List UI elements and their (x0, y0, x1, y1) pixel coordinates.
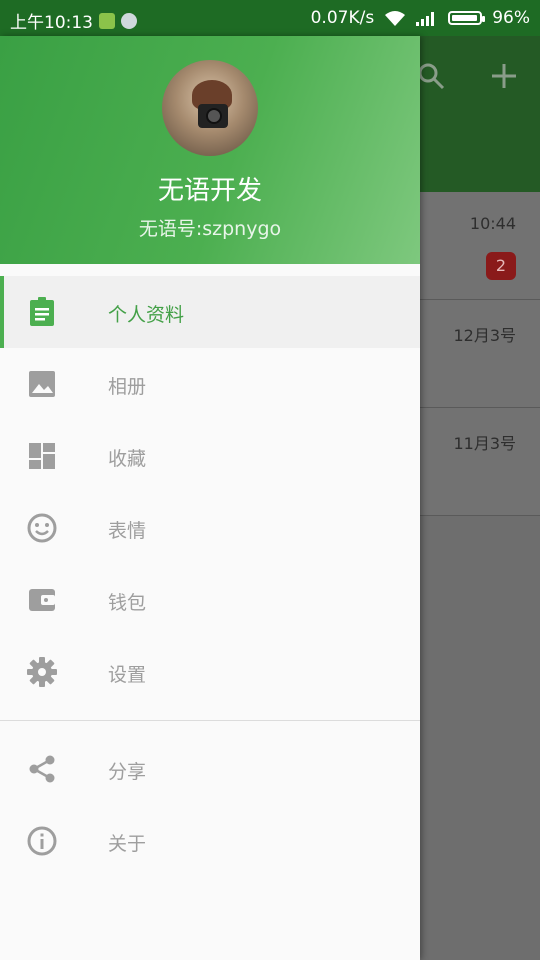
menu-item-label: 表情 (108, 520, 147, 542)
dashboard-icon (29, 443, 55, 469)
wifi-icon (385, 11, 406, 26)
signal-icon (416, 12, 435, 26)
battery-icon (448, 11, 486, 25)
user-name: 无语开发 (157, 176, 262, 206)
menu-item-label: 钱包 (108, 592, 147, 614)
share-icon (29, 755, 55, 783)
search-icon[interactable] (417, 62, 445, 90)
info-icon (27, 826, 57, 856)
menu-item-label: 分享 (108, 761, 147, 783)
list-item-time: 10:44 (469, 214, 516, 233)
battery-percent: 96% (492, 8, 530, 28)
gear-icon (27, 657, 57, 687)
user-account-id: 无语号:szpnygo (138, 218, 282, 240)
menu-item-settings[interactable]: 设置 (0, 636, 420, 708)
smiley-icon (27, 513, 57, 543)
status-bar: 上午10:13 0.07K/s 96% (0, 0, 540, 36)
menu-item-about[interactable]: 关于 (0, 805, 420, 877)
menu-divider (0, 720, 420, 721)
wallet-icon (29, 589, 55, 611)
menu-item-label: 个人资料 (108, 304, 185, 326)
android-notification-icon (99, 12, 115, 29)
add-icon[interactable] (490, 62, 518, 90)
menu-item-label: 相册 (108, 376, 147, 398)
avatar[interactable] (162, 60, 258, 156)
unread-badge: 2 (486, 252, 516, 280)
telegram-notification-icon (121, 12, 137, 29)
menu-item-label: 设置 (108, 664, 147, 686)
status-time: 上午10:13 (10, 13, 93, 33)
menu-item-label: 关于 (108, 833, 147, 855)
drawer-header: 无语开发 无语号:szpnygo (0, 36, 420, 264)
menu-item-share[interactable]: 分享 (0, 733, 420, 805)
list-item-time: 12月3号 (453, 326, 516, 345)
menu-item-wallet[interactable]: 钱包 (0, 564, 420, 636)
drawer-menu: 个人资料 相册 收藏 表情 钱包 设置 分享 关于 (0, 276, 420, 877)
assignment-icon (30, 297, 54, 326)
image-icon (29, 371, 55, 397)
list-item-time: 11月3号 (453, 434, 516, 453)
navigation-drawer: 无语开发 无语号:szpnygo 个人资料 相册 收藏 表情 钱包 设置 分享 … (0, 36, 420, 960)
menu-item-label: 收藏 (108, 448, 147, 470)
menu-item-profile[interactable]: 个人资料 (0, 276, 420, 348)
net-speed: 0.07K/s (310, 8, 375, 28)
menu-item-stickers[interactable]: 表情 (0, 492, 420, 564)
menu-item-favorites[interactable]: 收藏 (0, 420, 420, 492)
menu-item-album[interactable]: 相册 (0, 348, 420, 420)
